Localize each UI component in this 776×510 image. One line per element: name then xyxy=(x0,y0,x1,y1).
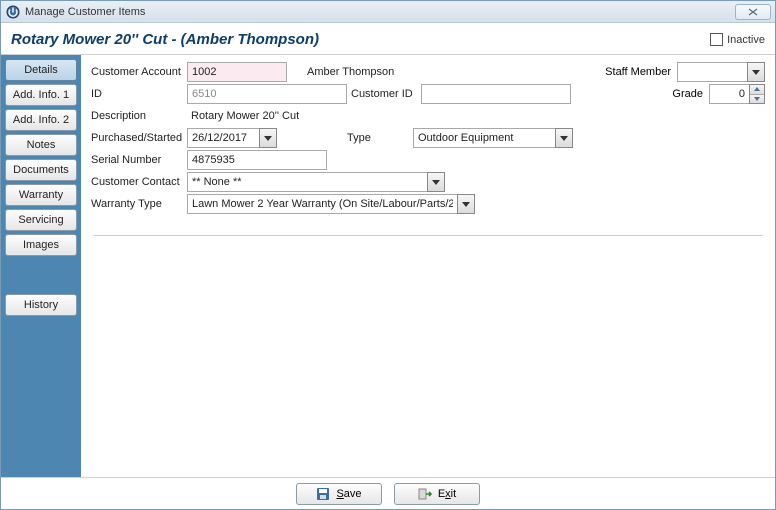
staff-member-combo[interactable] xyxy=(677,62,765,82)
staff-member-input[interactable] xyxy=(677,62,747,82)
chevron-down-icon[interactable] xyxy=(747,62,765,82)
purchased-date-combo[interactable] xyxy=(187,128,277,148)
window-title: Manage Customer Items xyxy=(25,6,145,18)
description-text xyxy=(187,106,479,126)
save-label: Save xyxy=(336,488,361,500)
sidebar-item-notes[interactable]: Notes xyxy=(5,134,77,156)
save-icon xyxy=(316,487,330,501)
grade-input[interactable] xyxy=(709,84,749,104)
contact-input[interactable] xyxy=(187,172,427,192)
purchased-date-input[interactable] xyxy=(187,128,259,148)
sidebar-item-history[interactable]: History xyxy=(5,294,77,316)
type-combo[interactable] xyxy=(413,128,573,148)
sidebar-item-details[interactable]: Details xyxy=(5,59,77,81)
chevron-down-icon[interactable] xyxy=(555,128,573,148)
sidebar-item-servicing[interactable]: Servicing xyxy=(5,209,77,231)
type-input[interactable] xyxy=(413,128,555,148)
warranty-type-input[interactable] xyxy=(187,194,457,214)
chevron-down-icon[interactable] xyxy=(259,128,277,148)
contact-combo[interactable] xyxy=(187,172,445,192)
label-customer-account: Customer Account xyxy=(91,66,187,78)
page-title: Rotary Mower 20'' Cut - (Amber Thompson) xyxy=(11,31,319,48)
label-warranty-type: Warranty Type xyxy=(91,198,187,210)
customer-account-input[interactable] xyxy=(187,62,287,82)
inactive-checkbox[interactable]: Inactive xyxy=(710,33,765,46)
checkbox-icon xyxy=(710,33,723,46)
label-description: Description xyxy=(91,110,187,122)
sidebar-item-add-info-2[interactable]: Add. Info. 2 xyxy=(5,109,77,131)
label-serial: Serial Number xyxy=(91,154,187,166)
label-type: Type xyxy=(347,132,383,144)
chevron-down-icon[interactable] xyxy=(457,194,475,214)
window: Manage Customer Items Rotary Mower 20'' … xyxy=(0,0,776,510)
label-contact: Customer Contact xyxy=(91,176,187,188)
inactive-label: Inactive xyxy=(727,34,765,46)
form-panel: Customer Account Amber Thompson ID Custo… xyxy=(81,55,775,477)
customer-name-text: Amber Thompson xyxy=(307,66,394,78)
body: Details Add. Info. 1 Add. Info. 2 Notes … xyxy=(1,55,775,477)
save-button[interactable]: Save xyxy=(296,483,382,505)
warranty-type-combo[interactable] xyxy=(187,194,475,214)
sidebar-item-add-info-1[interactable]: Add. Info. 1 xyxy=(5,84,77,106)
app-icon xyxy=(5,4,21,20)
sidebar: Details Add. Info. 1 Add. Info. 2 Notes … xyxy=(1,55,81,477)
divider xyxy=(93,235,763,236)
label-id: ID xyxy=(91,88,187,100)
close-button[interactable] xyxy=(735,4,771,20)
titlebar: Manage Customer Items xyxy=(1,1,775,23)
footer: Save Exit xyxy=(1,477,775,509)
id-input xyxy=(187,84,347,104)
label-purchased: Purchased/Started xyxy=(91,132,187,144)
spin-down-icon[interactable] xyxy=(750,94,764,104)
sidebar-item-images[interactable]: Images xyxy=(5,234,77,256)
spin-up-icon[interactable] xyxy=(750,85,764,94)
exit-label: Exit xyxy=(438,488,456,500)
label-customer-id: Customer ID xyxy=(351,88,421,100)
chevron-down-icon[interactable] xyxy=(427,172,445,192)
customer-id-input[interactable] xyxy=(421,84,571,104)
label-staff-member: Staff Member xyxy=(597,66,677,78)
exit-icon xyxy=(418,487,432,501)
header: Rotary Mower 20'' Cut - (Amber Thompson)… xyxy=(1,23,775,55)
sidebar-item-documents[interactable]: Documents xyxy=(5,159,77,181)
grade-stepper[interactable] xyxy=(709,84,765,104)
right-field-group: Staff Member Grade xyxy=(597,61,765,105)
sidebar-item-warranty[interactable]: Warranty xyxy=(5,184,77,206)
label-grade: Grade xyxy=(629,88,709,100)
exit-button[interactable]: Exit xyxy=(394,483,480,505)
serial-input[interactable] xyxy=(187,150,327,170)
